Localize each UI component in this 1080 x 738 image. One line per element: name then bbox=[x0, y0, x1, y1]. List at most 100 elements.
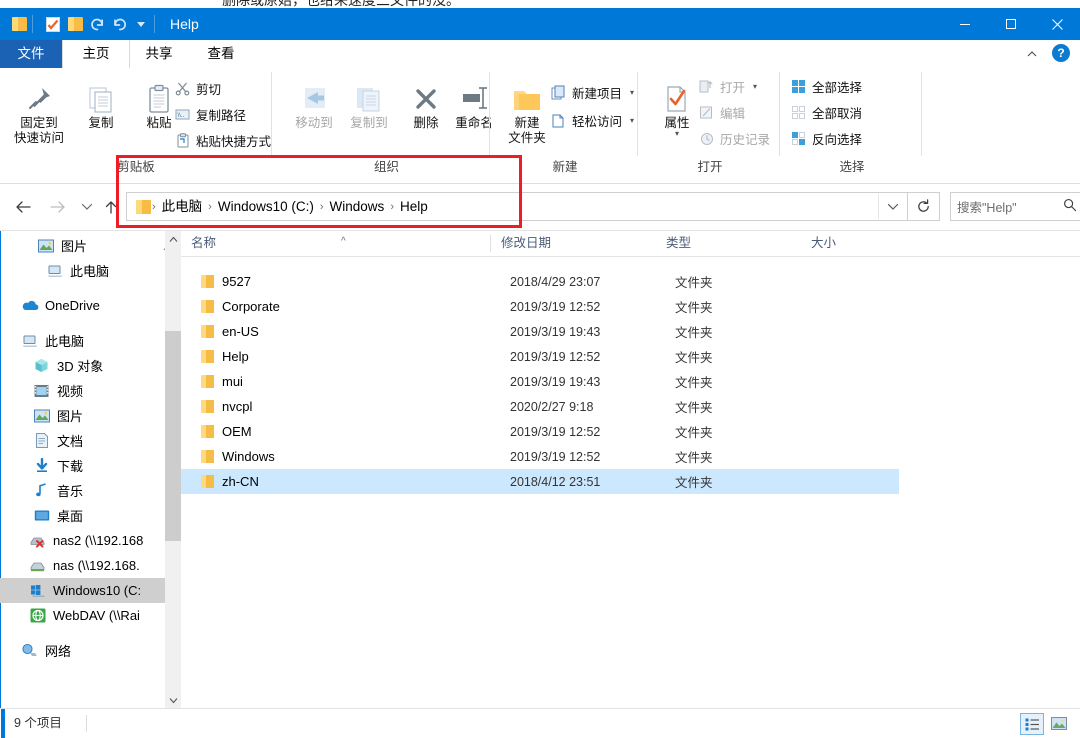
scroll-up-arrow-icon[interactable] bbox=[165, 231, 181, 248]
file-type: 文件夹 bbox=[675, 297, 713, 316]
edit-button[interactable]: 编辑 bbox=[698, 100, 745, 124]
select-all-button[interactable]: 全部选择 bbox=[790, 74, 862, 98]
redo-icon[interactable] bbox=[86, 8, 108, 40]
table-row[interactable]: Corporate 2019/3/19 12:52 文件夹 bbox=[181, 294, 899, 319]
table-row[interactable]: 9527 2018/4/29 23:07 文件夹 bbox=[181, 269, 899, 294]
file-modified: 2019/3/19 19:43 bbox=[510, 375, 600, 389]
copy-button[interactable]: 复制 bbox=[70, 72, 132, 131]
column-header-type[interactable]: 类型 bbox=[656, 231, 801, 256]
sidebar-item-this-pc-quick[interactable]: 此电脑 bbox=[0, 258, 165, 283]
tab-file[interactable]: 文件 bbox=[0, 40, 62, 68]
back-button[interactable] bbox=[8, 192, 38, 222]
table-row[interactable]: en-US 2019/3/19 19:43 文件夹 bbox=[181, 319, 899, 344]
scrollbar-thumb[interactable] bbox=[165, 331, 181, 541]
table-row[interactable]: Windows 2019/3/19 12:52 文件夹 bbox=[181, 444, 899, 469]
folder-icon bbox=[201, 275, 214, 288]
paste-shortcut-button[interactable]: 粘贴快捷方式 bbox=[174, 128, 271, 152]
column-header-name[interactable]: 名称 ^ bbox=[181, 231, 491, 256]
sidebar-label: 视频 bbox=[57, 381, 83, 400]
maximize-button[interactable] bbox=[988, 8, 1034, 40]
table-row[interactable]: Help 2019/3/19 12:52 文件夹 bbox=[181, 344, 899, 369]
file-modified: 2020/2/27 9:18 bbox=[510, 400, 593, 414]
videos-icon bbox=[32, 381, 51, 400]
copy-to-button[interactable]: 复制到 bbox=[338, 72, 400, 131]
breadcrumb-folder-icon[interactable] bbox=[133, 200, 151, 214]
sidebar-label: nas2 (\\192.168 bbox=[53, 533, 143, 548]
chevron-down-icon[interactable] bbox=[130, 8, 152, 40]
details-view-button[interactable] bbox=[1020, 713, 1044, 735]
new-folder-icon[interactable] bbox=[64, 8, 86, 40]
select-all-label: 全部选择 bbox=[812, 77, 862, 96]
sidebar-item-desktop[interactable]: 桌面 bbox=[0, 503, 165, 528]
sidebar-item-downloads[interactable]: 下载 bbox=[0, 453, 165, 478]
copy-path-button[interactable]: \\.. 复制路径 bbox=[174, 102, 246, 126]
sidebar-item-nas2[interactable]: nas2 (\\192.168 bbox=[0, 528, 165, 553]
sidebar-item-music[interactable]: 音乐 bbox=[0, 478, 165, 503]
tab-home[interactable]: 主页 bbox=[62, 40, 130, 70]
breadcrumb-item-windows[interactable]: Windows bbox=[325, 194, 390, 219]
undo-icon[interactable] bbox=[108, 8, 130, 40]
sidebar-item-pictures[interactable]: 图片 bbox=[0, 403, 165, 428]
easy-access-button[interactable]: 轻松访问 ▾ bbox=[550, 108, 634, 132]
navigation-pane-scrollbar[interactable] bbox=[165, 231, 181, 709]
file-modified: 2019/3/19 19:43 bbox=[510, 325, 600, 339]
address-dropdown-icon[interactable] bbox=[878, 194, 907, 219]
table-row[interactable]: OEM 2019/3/19 12:52 文件夹 bbox=[181, 419, 899, 444]
move-to-button[interactable]: 移动到 bbox=[283, 72, 345, 131]
sidebar-item-webdav[interactable]: WebDAV (\\Rai bbox=[0, 603, 165, 628]
content-area: 图片 此电脑 OneDrive 此电脑 3D 对象 bbox=[0, 230, 1080, 709]
invert-selection-button[interactable]: 反向选择 bbox=[790, 126, 862, 150]
up-button[interactable] bbox=[96, 192, 126, 222]
copy-path-label: 复制路径 bbox=[196, 105, 246, 124]
large-icons-view-button[interactable] bbox=[1048, 713, 1070, 733]
pin-to-quick-access-button[interactable]: 固定到快速访问 bbox=[8, 72, 70, 146]
search-icon[interactable] bbox=[1063, 198, 1077, 215]
copy-icon bbox=[86, 72, 116, 114]
refresh-button[interactable] bbox=[908, 192, 940, 221]
network-icon bbox=[20, 641, 39, 660]
column-header-modified[interactable]: 修改日期 bbox=[491, 231, 656, 256]
open-button[interactable]: 打开 ▾ bbox=[698, 74, 757, 98]
sidebar-label: WebDAV (\\Rai bbox=[53, 608, 140, 623]
table-row[interactable]: mui 2019/3/19 19:43 文件夹 bbox=[181, 369, 899, 394]
file-modified: 2019/3/19 12:52 bbox=[510, 450, 600, 464]
open-caret-icon[interactable]: ▾ bbox=[753, 82, 757, 91]
sidebar-item-3d-objects[interactable]: 3D 对象 bbox=[0, 353, 165, 378]
scroll-down-arrow-icon[interactable] bbox=[165, 692, 181, 709]
table-row[interactable]: zh-CN 2018/4/12 23:51 文件夹 bbox=[181, 469, 899, 494]
minimize-button[interactable] bbox=[942, 8, 988, 40]
table-row[interactable]: nvcpl 2020/2/27 9:18 文件夹 bbox=[181, 394, 899, 419]
new-folder-button[interactable]: 新建文件夹 bbox=[496, 72, 558, 146]
history-button[interactable]: 历史记录 bbox=[698, 126, 770, 150]
address-bar[interactable]: › 此电脑 › Windows10 (C:) › Windows › Help bbox=[126, 192, 908, 221]
breadcrumb-item-help[interactable]: Help bbox=[395, 194, 433, 219]
folder-icon[interactable] bbox=[8, 8, 30, 40]
close-button[interactable] bbox=[1034, 8, 1080, 40]
webdav-icon bbox=[28, 606, 47, 625]
breadcrumb-item-this-pc[interactable]: 此电脑 bbox=[157, 194, 208, 219]
sidebar-label: 下载 bbox=[57, 456, 83, 475]
forward-button[interactable] bbox=[42, 192, 72, 222]
sidebar-item-videos[interactable]: 视频 bbox=[0, 378, 165, 403]
tab-view[interactable]: 查看 bbox=[190, 40, 252, 68]
sidebar-item-nas[interactable]: nas (\\192.168. bbox=[0, 553, 165, 578]
sidebar-item-this-pc[interactable]: 此电脑 bbox=[0, 328, 165, 353]
select-none-button[interactable]: 全部取消 bbox=[790, 100, 862, 124]
properties-icon[interactable] bbox=[42, 8, 64, 40]
sidebar-item-documents[interactable]: 文档 bbox=[0, 428, 165, 453]
cut-button[interactable]: 剪切 bbox=[174, 76, 221, 100]
easy-access-caret-icon[interactable]: ▾ bbox=[630, 116, 634, 125]
help-icon[interactable]: ? bbox=[1052, 44, 1070, 62]
breadcrumb-item-windows10-c[interactable]: Windows10 (C:) bbox=[213, 194, 319, 219]
collapse-ribbon-button[interactable] bbox=[1022, 44, 1042, 64]
tab-share[interactable]: 共享 bbox=[128, 40, 190, 68]
search-input[interactable]: 搜索"Help" bbox=[950, 192, 1080, 221]
sidebar-item-onedrive[interactable]: OneDrive bbox=[0, 293, 165, 318]
new-item-button[interactable]: 新建项目 ▾ bbox=[550, 80, 634, 104]
sidebar-item-windows10-c[interactable]: Windows10 (C: bbox=[0, 578, 165, 603]
new-item-caret-icon[interactable]: ▾ bbox=[630, 88, 634, 97]
sidebar-item-network[interactable]: 网络 bbox=[0, 638, 165, 663]
column-header-size[interactable]: 大小 bbox=[801, 231, 901, 256]
sidebar-item-pictures-quick[interactable]: 图片 bbox=[0, 233, 165, 258]
status-bar: 9 个项目 bbox=[0, 708, 1080, 738]
